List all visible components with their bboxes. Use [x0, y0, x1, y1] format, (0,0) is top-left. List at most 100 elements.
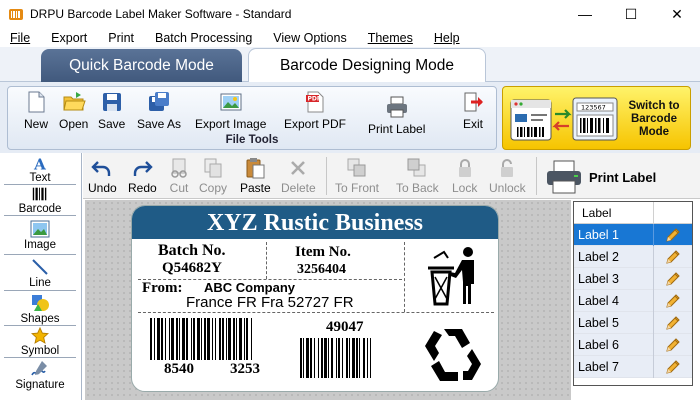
export-image-icon [220, 93, 242, 111]
edit-label-button[interactable] [654, 337, 692, 353]
item-value[interactable]: 3256404 [297, 262, 346, 278]
minimize-button[interactable]: — [562, 0, 608, 28]
tool-text[interactable]: A Text [4, 155, 76, 185]
undo-icon [91, 161, 111, 176]
menu-batch-processing[interactable]: Batch Processing [145, 31, 263, 45]
label-name: Label 3 [574, 267, 654, 290]
title-bar: DRPU Barcode Label Maker Software - Stan… [0, 0, 700, 28]
print-label-button[interactable]: Print Label [545, 157, 675, 197]
undo-button[interactable]: Undo [88, 157, 117, 195]
edit-label-button[interactable] [654, 315, 692, 331]
menu-export[interactable]: Export [41, 31, 98, 45]
open-button-label: Open [59, 117, 89, 131]
menu-help[interactable]: Help [424, 31, 471, 45]
to-front-button[interactable]: To Front [335, 157, 379, 195]
menu-view-options[interactable]: View Options [263, 31, 357, 45]
item-title[interactable]: Item No. [295, 244, 351, 261]
svg-text:PDF: PDF [308, 96, 321, 103]
exit-button[interactable]: Exit [461, 90, 485, 131]
barcode-bar [300, 338, 302, 378]
label-list-header: Label [574, 201, 692, 224]
barcode-bar [356, 338, 358, 378]
print-label-text: Print Label [589, 169, 657, 185]
save-button[interactable]: Save [98, 90, 125, 131]
list-item[interactable]: Label 3 [574, 267, 692, 290]
delete-button[interactable]: Delete [281, 157, 316, 195]
copy-button[interactable]: Copy [199, 157, 227, 195]
tool-symbol[interactable]: Symbol [4, 327, 76, 358]
tool-image[interactable]: Image [4, 219, 76, 255]
list-item[interactable]: Label 2 [574, 245, 692, 268]
divider-line [266, 242, 267, 279]
barcode-1-left-digits: 8540 [164, 361, 194, 377]
unlock-icon [501, 159, 514, 177]
toolbar-separator [536, 157, 537, 195]
close-button[interactable]: ✕ [654, 0, 700, 28]
barcode-bar [324, 338, 327, 378]
tool-barcode[interactable]: Barcode [4, 185, 76, 216]
unlock-button[interactable]: Unlock [489, 157, 526, 195]
save-as-button[interactable]: Save As [137, 90, 181, 131]
company-name[interactable]: ABC Company [204, 280, 295, 295]
print-label-ribbon-button[interactable]: Print Label [368, 95, 425, 136]
edit-label-button[interactable] [654, 271, 692, 287]
new-file-icon [28, 91, 45, 113]
lock-button[interactable]: Lock [452, 157, 477, 195]
list-item[interactable]: Label 7 [574, 355, 692, 378]
export-image-button[interactable]: Export Image [195, 90, 266, 131]
tab-barcode-designing-mode[interactable]: Barcode Designing Mode [248, 48, 486, 83]
label-header-text[interactable]: XYZ Rustic Business [132, 206, 498, 239]
barcode-bar [367, 338, 368, 378]
barcode-bar [186, 318, 188, 360]
barcode-bar [165, 318, 166, 360]
barcode-2[interactable] [298, 338, 406, 380]
maximize-button[interactable]: ☐ [608, 0, 654, 28]
menu-file[interactable]: File [0, 31, 41, 45]
paste-button[interactable]: Paste [240, 157, 271, 195]
edit-label-button[interactable] [654, 359, 692, 375]
menu-print[interactable]: Print [98, 31, 145, 45]
label-design[interactable]: XYZ Rustic Business Batch No. Q54682Y It… [131, 205, 499, 392]
tool-line[interactable]: Line [4, 257, 76, 291]
list-item[interactable]: Label 1 [574, 223, 692, 246]
list-item[interactable]: Label 6 [574, 333, 692, 356]
open-folder-icon [63, 92, 86, 111]
bring-to-front-icon [347, 158, 366, 177]
barcode-bar [352, 338, 355, 378]
new-button[interactable]: New [24, 90, 48, 131]
design-canvas[interactable]: XYZ Rustic Business Batch No. Q54682Y It… [85, 200, 571, 400]
recycle-icon[interactable] [422, 325, 484, 385]
edit-label-button[interactable] [654, 249, 692, 265]
cut-button[interactable]: Cut [168, 157, 190, 195]
paste-label: Paste [240, 181, 271, 195]
list-item[interactable]: Label 5 [574, 311, 692, 334]
edit-label-button[interactable] [654, 293, 692, 309]
to-back-button[interactable]: To Back [396, 157, 439, 195]
barcode-bar [370, 338, 371, 378]
tool-symbol-label: Symbol [20, 345, 60, 357]
barcode-bar [246, 318, 248, 360]
menu-themes[interactable]: Themes [358, 31, 424, 45]
batch-value[interactable]: Q54682Y [162, 260, 222, 277]
edit-label-button[interactable] [654, 227, 692, 243]
redo-button[interactable]: Redo [128, 157, 157, 195]
tool-shapes-label: Shapes [20, 313, 60, 325]
list-item[interactable]: Label 4 [574, 289, 692, 312]
from-title[interactable]: From: [142, 280, 183, 297]
barcode-bar [328, 338, 329, 378]
batch-title[interactable]: Batch No. [158, 242, 226, 260]
barcode-bar [321, 338, 323, 378]
switch-to-barcode-mode-button[interactable]: 123567 Switch to Barcode Mode [502, 86, 691, 150]
exit-icon [464, 92, 483, 112]
tool-shapes[interactable]: Shapes [4, 293, 76, 326]
open-button[interactable]: Open [59, 90, 88, 131]
tool-signature[interactable]: Signature [4, 359, 76, 393]
dispose-trash-icon[interactable] [422, 246, 484, 310]
barcode-bar [244, 318, 245, 360]
svg-text:A: A [33, 155, 47, 172]
address-text[interactable]: France FR Fra 52727 FR [186, 294, 354, 311]
export-pdf-button[interactable]: PDF Export PDF [284, 90, 346, 131]
tab-quick-barcode-mode[interactable]: Quick Barcode Mode [41, 49, 242, 82]
barcode-1[interactable] [148, 318, 278, 366]
image-tool-icon [30, 220, 50, 238]
